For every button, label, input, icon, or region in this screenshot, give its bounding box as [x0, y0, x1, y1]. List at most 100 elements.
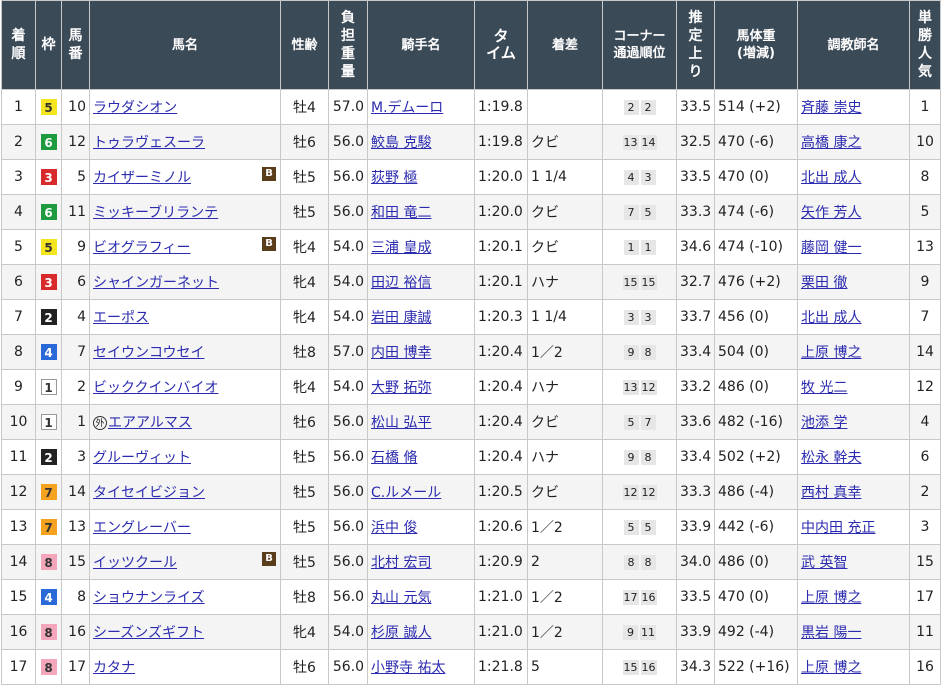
- popularity-value: 8: [920, 169, 930, 185]
- horse-name-link[interactable]: エーポス: [93, 310, 149, 326]
- jockey-link[interactable]: 杉原 誠人: [371, 625, 431, 641]
- trainer-link[interactable]: 上原 博之: [801, 590, 861, 606]
- sex-age-value: 牝4: [293, 310, 316, 326]
- corner-position: 9: [623, 450, 639, 465]
- umaban-value: 15: [68, 554, 86, 570]
- result-body: 1 5 10 ラウダシオン 牡4 57.0 M.デムーロ 1:19.8 22 3…: [1, 89, 941, 685]
- horse-name-link[interactable]: シーズンズギフト: [93, 625, 204, 641]
- waku-cell: 3: [35, 159, 62, 195]
- jockey-link[interactable]: 荻野 極: [371, 170, 417, 186]
- trainer-link[interactable]: 栗田 徹: [801, 275, 847, 291]
- horse-name-link[interactable]: グルーヴィット: [93, 450, 191, 466]
- header-margin: 着差: [527, 0, 603, 90]
- jockey-cell: 浜中 俊: [367, 509, 475, 545]
- jockey-link[interactable]: 石橋 脩: [371, 450, 417, 466]
- sex-age-cell: 牡6: [280, 124, 329, 160]
- header-corner: コーナー 通過順位: [602, 0, 677, 90]
- last3f-cell: 33.6: [676, 404, 715, 440]
- sex-age-value: 牡5: [293, 485, 316, 501]
- corner-position: 14: [640, 135, 657, 150]
- jockey-link[interactable]: 三浦 皇成: [371, 240, 431, 256]
- rank-cell: 13: [1, 509, 36, 545]
- horse-name-link[interactable]: ビッククインバイオ: [93, 380, 218, 396]
- umaban-cell: 15: [61, 544, 90, 580]
- horse-name-link[interactable]: カタナ: [93, 660, 135, 676]
- jockey-link[interactable]: C.ルメール: [371, 485, 441, 501]
- umaban-cell: 16: [61, 614, 90, 650]
- jockey-link[interactable]: M.デムーロ: [371, 100, 443, 116]
- horse-name-cell: シャインガーネット: [89, 264, 281, 300]
- corner-position: 1: [640, 240, 656, 255]
- jockey-link[interactable]: 浜中 俊: [371, 520, 417, 536]
- jockey-link[interactable]: 北村 宏司: [371, 555, 431, 571]
- corner-position: 9: [623, 345, 639, 360]
- rank-value: 15: [9, 589, 28, 605]
- table-row: 1 5 10 ラウダシオン 牡4 57.0 M.デムーロ 1:19.8 22 3…: [1, 89, 941, 125]
- margin-cell: 5: [527, 649, 603, 685]
- horse-name-link[interactable]: ミッキーブリランテ: [93, 205, 218, 221]
- sex-age-value: 牡5: [293, 520, 316, 536]
- weight-cell: 56.0: [328, 404, 368, 440]
- jockey-link[interactable]: 内田 博幸: [371, 345, 431, 361]
- jockey-link[interactable]: 大野 拓弥: [371, 380, 431, 396]
- corner-position: 12: [622, 485, 639, 500]
- rank-cell: 5: [1, 229, 36, 265]
- last3f-value: 33.5: [680, 589, 712, 605]
- trainer-cell: 上原 博之: [797, 649, 910, 685]
- last3f-cell: 33.4: [676, 439, 715, 475]
- jockey-link[interactable]: 鮫島 克駿: [371, 135, 431, 151]
- trainer-link[interactable]: 高橋 康之: [801, 135, 861, 151]
- trainer-link[interactable]: 斉藤 崇史: [801, 100, 861, 116]
- trainer-link[interactable]: 上原 博之: [801, 345, 861, 361]
- trainer-link[interactable]: 藤岡 健一: [801, 240, 861, 256]
- horse-name-link[interactable]: タイセイビジョン: [93, 485, 205, 501]
- time-value: 1:20.4: [478, 379, 523, 395]
- trainer-link[interactable]: 池添 学: [801, 415, 847, 431]
- margin-value: 2: [531, 554, 540, 570]
- trainer-link[interactable]: 牧 光二: [801, 380, 847, 396]
- trainer-link[interactable]: 北出 成人: [801, 170, 861, 186]
- popularity-value: 16: [916, 659, 934, 675]
- trainer-link[interactable]: 黒岩 陽一: [801, 625, 861, 641]
- horse-name-link[interactable]: カイザーミノル: [93, 170, 191, 186]
- horse-name-link[interactable]: ショウナンライズ: [93, 590, 205, 606]
- trainer-cell: 松永 幹夫: [797, 439, 910, 475]
- trainer-link[interactable]: 上原 博之: [801, 660, 861, 676]
- weight-value: 54.0: [332, 274, 364, 290]
- trainer-link[interactable]: 西村 真幸: [801, 485, 861, 501]
- popularity-cell: 2: [909, 474, 941, 510]
- horse-name-link[interactable]: トゥラヴェスーラ: [93, 135, 205, 151]
- corner-cell: 12 12: [602, 474, 677, 510]
- trainer-link[interactable]: 矢作 芳人: [801, 205, 861, 221]
- trainer-link[interactable]: 松永 幹夫: [801, 450, 861, 466]
- jockey-link[interactable]: 丸山 元気: [371, 590, 431, 606]
- horse-name-link[interactable]: ラウダシオン: [93, 100, 177, 116]
- waku-cell: 1: [35, 369, 62, 405]
- rank-value: 3: [14, 169, 23, 185]
- horse-name-link[interactable]: イッツクール: [93, 555, 177, 571]
- jockey-link[interactable]: 岩田 康誠: [371, 310, 431, 326]
- popularity-cell: 8: [909, 159, 941, 195]
- body-weight-value: 522 (+16): [718, 659, 790, 675]
- waku-badge: 8: [40, 623, 57, 640]
- horse-name-link[interactable]: シャインガーネット: [93, 275, 219, 291]
- horse-name-link[interactable]: エングレーバー: [93, 520, 191, 536]
- waku-cell: 5: [35, 229, 62, 265]
- jockey-link[interactable]: 田辺 裕信: [371, 275, 431, 291]
- rank-cell: 6: [1, 264, 36, 300]
- umaban-value: 3: [77, 449, 86, 465]
- jockey-link[interactable]: 和田 竜二: [371, 205, 431, 221]
- jockey-link[interactable]: 小野寺 祐太: [371, 660, 445, 676]
- margin-cell: 1／2: [527, 614, 603, 650]
- umaban-value: 17: [68, 659, 86, 675]
- trainer-link[interactable]: 武 英智: [801, 555, 847, 571]
- horse-name-link[interactable]: エアアルマス: [108, 415, 192, 431]
- corner-position: 12: [640, 380, 657, 395]
- horse-name-link[interactable]: セイウンコウセイ: [93, 345, 204, 361]
- body-weight-cell: 474 (-6): [714, 194, 798, 230]
- trainer-link[interactable]: 中内田 充正: [801, 520, 875, 536]
- trainer-link[interactable]: 北出 成人: [801, 310, 861, 326]
- jockey-link[interactable]: 松山 弘平: [371, 415, 431, 431]
- horse-name-link[interactable]: ビオグラフィー: [93, 240, 190, 256]
- body-weight-cell: 502 (+2): [714, 439, 798, 475]
